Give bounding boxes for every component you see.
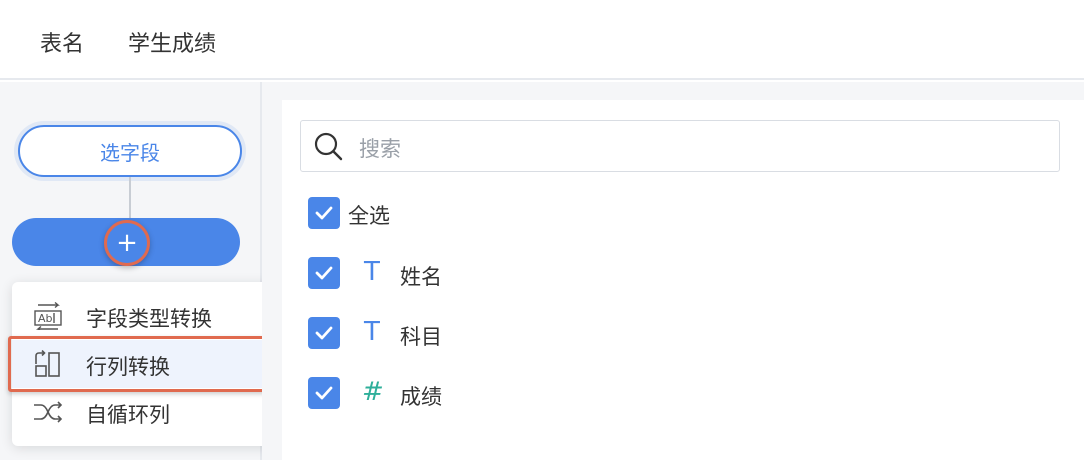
field-checkbox[interactable] <box>308 377 340 409</box>
field-type-convert-icon: Ab <box>32 301 64 333</box>
table-name-value: 学生成绩 <box>128 32 217 57</box>
field-label: 姓名 <box>400 265 442 289</box>
search-placeholder: 搜索 <box>359 137 401 161</box>
text-type-icon: T <box>364 257 380 287</box>
plus-icon: + <box>116 228 138 258</box>
field-label: 成绩 <box>400 385 442 409</box>
select-fields-node[interactable]: 选字段 <box>18 125 242 177</box>
text-type-icon: T <box>364 317 380 347</box>
flow-connector <box>129 177 131 220</box>
search-icon <box>313 131 343 161</box>
menu-item-label: 字段类型转换 <box>86 307 212 331</box>
annotation-highlight <box>8 336 296 392</box>
add-step-button[interactable]: + <box>104 220 150 266</box>
shuffle-icon <box>32 398 64 426</box>
check-icon <box>315 326 333 340</box>
check-icon <box>315 206 333 220</box>
select-fields-node-label: 选字段 <box>100 140 160 165</box>
table-name-label: 表名 <box>40 32 85 57</box>
field-label: 科目 <box>400 325 442 349</box>
menu-item-label: 自循环列 <box>86 403 170 427</box>
check-icon <box>315 266 333 280</box>
field-checkbox[interactable] <box>308 317 340 349</box>
svg-text:Ab: Ab <box>38 312 53 325</box>
header-bar: 表名 学生成绩 <box>0 0 1084 80</box>
menu-item-field-type-convert[interactable]: Ab 字段类型转换 <box>12 292 292 340</box>
check-icon <box>315 386 333 400</box>
menu-item-self-loop-column[interactable]: 自循环列 <box>12 388 292 436</box>
select-all-checkbox[interactable] <box>308 197 340 229</box>
field-checkbox[interactable] <box>308 257 340 289</box>
number-type-icon: # <box>362 377 384 407</box>
search-input[interactable]: 搜索 <box>300 120 1060 172</box>
select-all-label: 全选 <box>348 204 390 228</box>
